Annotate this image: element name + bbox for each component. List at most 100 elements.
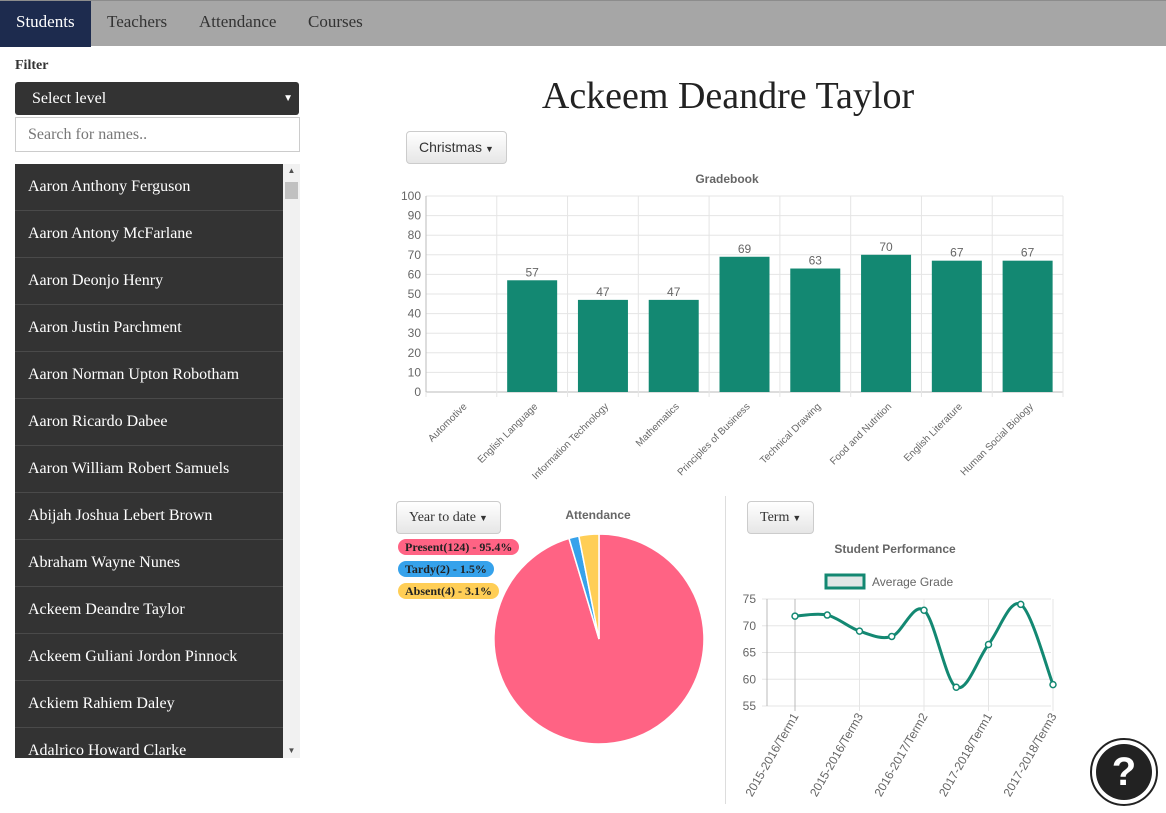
student-list-item[interactable]: Aaron Deonjo Henry [15, 258, 283, 305]
data-point[interactable] [984, 640, 993, 649]
x-tick-label: Human Social Biology [959, 401, 1036, 478]
bar-value-label: 57 [525, 265, 539, 279]
tab-courses[interactable]: Courses [292, 1, 379, 47]
tab-attendance[interactable]: Attendance [183, 1, 292, 47]
scrollbar-thumb[interactable] [285, 182, 298, 199]
filter-label: Filter [15, 58, 49, 73]
y-tick-label: 50 [408, 287, 422, 301]
data-point[interactable] [1049, 680, 1057, 689]
x-tick-label: 2015-2016/Term1 [742, 710, 801, 799]
data-point[interactable] [823, 611, 831, 619]
data-point[interactable] [952, 683, 960, 692]
bar[interactable] [507, 280, 558, 392]
y-tick-label: 30 [408, 326, 422, 340]
student-list-item[interactable]: Abijah Joshua Lebert Brown [15, 493, 283, 540]
y-tick-label: 65 [743, 646, 757, 660]
x-tick-label: Food and Nutrition [828, 401, 894, 467]
bar[interactable] [1002, 260, 1053, 392]
x-tick-label: Automotive [426, 401, 469, 444]
x-tick-label: English Literature [902, 401, 965, 464]
student-list-item[interactable]: Aaron Antony McFarlane [15, 211, 283, 258]
tab-teachers[interactable]: Teachers [91, 1, 183, 47]
attendance-pie-chart [493, 533, 705, 745]
attendance-period-dropdown[interactable]: Year to date ▼ [396, 501, 501, 534]
gradebook-bar-chart: 0 10 20 30 40 50 60 70 80 90 100 Automotive 57 Englis… [401, 189, 1064, 482]
level-select-value: Select level [32, 90, 107, 107]
performance-line-chart: Average Grade55606570752015-2016/Term1 20… [742, 573, 1060, 799]
student-list-item[interactable]: Ackiem Rahiem Daley [15, 681, 283, 728]
x-tick-label: 2017-2018/Term3 [1000, 710, 1059, 799]
y-tick-label: 60 [408, 267, 422, 281]
scroll-up-icon[interactable]: ▲ [283, 164, 300, 178]
y-tick-label: 40 [408, 307, 422, 321]
student-list-item[interactable]: Ackeem Guliani Jordon Pinnock [15, 634, 283, 681]
x-tick-label: English Language [476, 401, 541, 466]
data-point[interactable] [855, 627, 864, 635]
gradebook-period-label: Christmas [419, 139, 483, 155]
y-tick-label: 20 [408, 346, 422, 360]
y-tick-label: 60 [743, 672, 757, 686]
bar[interactable] [790, 268, 841, 392]
student-list-item[interactable]: Aaron Justin Parchment [15, 305, 283, 352]
level-select[interactable]: Select level ▼ [15, 82, 299, 115]
student-list-item[interactable]: Aaron Anthony Ferguson [15, 164, 283, 211]
bar-value-label: 69 [738, 242, 752, 256]
help-button[interactable]: ? [1090, 738, 1158, 806]
data-point[interactable] [791, 612, 799, 620]
performance-title: Student Performance [834, 542, 956, 556]
top-nav: Students Teachers Attendance Courses [0, 0, 1166, 47]
x-tick-label: Mathematics [634, 401, 682, 449]
attendance-title: Attendance [565, 508, 631, 522]
scroll-down-icon[interactable]: ▼ [283, 744, 300, 758]
data-point[interactable] [1017, 600, 1025, 609]
y-tick-label: 70 [408, 248, 422, 262]
student-list-item[interactable]: Aaron William Robert Samuels [15, 446, 283, 493]
gradebook-period-dropdown[interactable]: Christmas ▼ [406, 131, 507, 164]
bar[interactable] [719, 256, 770, 392]
legend-tardy: Tardy(2) - 1.5% [398, 561, 494, 577]
data-point[interactable] [888, 632, 896, 641]
x-tick-label: 2015-2016/Term3 [807, 710, 866, 799]
bar[interactable] [861, 254, 912, 392]
chevron-down-icon: ▼ [283, 93, 293, 104]
student-list: Aaron Anthony Ferguson Aaron Antony McFar… [15, 164, 283, 758]
bar[interactable] [648, 299, 699, 392]
student-list-item[interactable]: Aaron Ricardo Dabee [15, 399, 283, 446]
caret-down-icon: ▼ [792, 513, 802, 523]
x-tick-label: Information Technology [530, 401, 611, 482]
y-tick-label: 75 [743, 592, 757, 606]
student-list-item[interactable]: Adalrico Howard Clarke [15, 728, 283, 758]
x-tick-label: Technical Drawing [758, 401, 823, 466]
bar-value-label: 47 [667, 285, 681, 299]
y-tick-label: 70 [743, 619, 757, 633]
y-tick-label: 0 [414, 385, 421, 399]
y-tick-label: 90 [408, 209, 422, 223]
student-list-item[interactable]: Abraham Wayne Nunes [15, 540, 283, 587]
legend-swatch [824, 573, 866, 590]
bar-value-label: 63 [809, 254, 823, 268]
tab-students[interactable]: Students [0, 1, 91, 47]
student-list-scrollbar[interactable]: ▲ ▼ [283, 164, 300, 758]
bar-value-label: 67 [950, 246, 964, 260]
performance-period-label: Term [760, 510, 790, 525]
bar[interactable] [577, 299, 628, 392]
y-tick-label: 100 [401, 189, 421, 203]
legend-average-grade: Average Grade [872, 575, 953, 589]
y-tick-label: 80 [408, 228, 422, 242]
student-list-item[interactable]: Ackeem Deandre Taylor [15, 587, 283, 634]
data-point[interactable] [920, 606, 928, 614]
attendance-period-label: Year to date [409, 510, 477, 525]
bar[interactable] [931, 260, 982, 392]
student-name-heading: Ackeem Deandre Taylor [541, 75, 915, 117]
question-mark-icon: ? [1096, 744, 1152, 800]
caret-down-icon: ▼ [479, 513, 488, 523]
legend-absent: Absent(4) - 3.1% [398, 583, 499, 599]
search-input[interactable] [15, 117, 300, 152]
x-tick-label: 2017-2018/Term1 [936, 710, 995, 799]
y-tick-label: 10 [408, 365, 422, 379]
performance-period-dropdown[interactable]: Term ▼ [747, 501, 815, 534]
student-list-item[interactable]: Aaron Norman Upton Robotham [15, 352, 283, 399]
y-tick-label: 55 [743, 699, 757, 713]
bar-value-label: 70 [879, 240, 893, 254]
gradebook-title: Gradebook [695, 172, 759, 186]
